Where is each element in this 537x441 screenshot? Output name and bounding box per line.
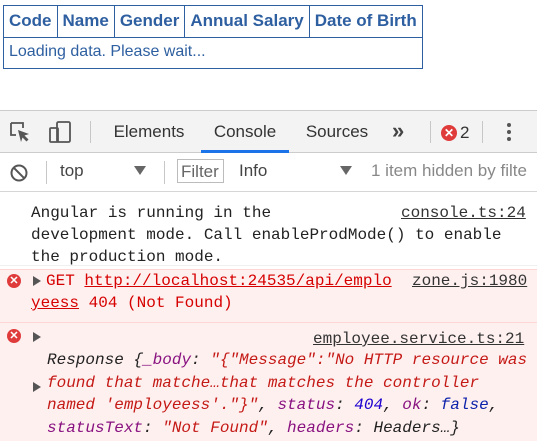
toolbar-divider [430,121,431,143]
request-url-continued[interactable]: yeess [31,294,79,312]
filter-input[interactable]: Filter [177,159,224,183]
table-header-row: Code Name Gender Annual Salary Date of B… [3,5,423,38]
object-class-name: Response [47,351,124,369]
object-value: false [440,396,489,414]
object-key: status [277,396,336,414]
tab-elements[interactable]: Elements [104,111,194,152]
devtools-panel: Elements Console Sources » ✕ 2 top Filter… [0,110,537,441]
request-line: GET http://localhost:24535/api/emplo [46,270,392,292]
clear-console-icon[interactable] [9,163,29,183]
hidden-items-note: 1 item hidden by filte [371,161,527,180]
inspect-element-icon[interactable] [9,121,31,143]
toolbar-divider [482,121,483,143]
chevron-down-icon[interactable] [340,166,352,175]
header-code: Code [3,5,58,38]
request-url[interactable]: http://localhost:24535/api/emplo [84,272,391,290]
loading-message: Loading data. Please wait... [3,37,423,69]
response-status: 404 (Not Found) [88,294,233,312]
request-line-continued: yeess 404 (Not Found) [31,292,233,314]
header-name: Name [56,5,115,38]
object-key: headers [287,418,355,437]
tab-console[interactable]: Console [201,111,289,153]
object-value: 404 [354,396,384,414]
source-link[interactable]: zone.js:1980 [412,270,527,292]
employee-table: Code Name Gender Annual Salary Date of B… [3,5,423,69]
toolbar-divider [90,121,91,143]
source-link[interactable]: employee.service.ts:21 [313,328,524,350]
object-value: "Not Found" [162,418,268,437]
object-value: Headers…} [373,418,460,437]
more-tabs-button[interactable]: » [392,111,404,152]
device-toolbar-icon[interactable] [47,120,73,144]
toolbar-divider [46,161,47,184]
console-message-error: ✕ employee.service.ts:21 Response {_body… [0,322,537,441]
object-key: _body [143,351,192,369]
error-icon: ✕ [441,125,457,141]
object-key: statusText [47,418,144,437]
console-message-error: ✕ GET http://localhost:24535/api/emplo y… [0,269,537,322]
response-object-preview[interactable]: Response {_body: "{"Message":"No HTTP re… [47,349,535,439]
source-link[interactable]: console.ts:24 [401,202,526,224]
error-icon: ✕ [7,329,21,343]
header-gender: Gender [113,5,186,38]
object-key: ok [402,396,422,414]
chevron-down-icon[interactable] [134,166,146,175]
header-date-of-birth: Date of Birth [308,5,423,38]
console-message-info: Angular is running in the development mo… [0,202,537,266]
expand-triangle-icon[interactable] [33,332,41,342]
devtools-tab-bar: Elements Console Sources » ✕ 2 [0,111,537,153]
tab-sources[interactable]: Sources [297,111,377,152]
table-row: Loading data. Please wait... [3,37,423,69]
header-annual-salary: Annual Salary [184,5,310,38]
error-count-badge[interactable]: ✕ 2 [441,123,470,142]
toolbar-divider [164,161,165,184]
error-icon: ✕ [7,274,21,288]
more-options-icon[interactable] [499,121,519,143]
console-toolbar: top Filter Info 1 item hidden by filte [0,153,537,192]
expand-triangle-icon[interactable] [33,276,41,286]
log-level-selector[interactable]: Info [239,161,267,181]
context-selector[interactable]: top [60,161,84,181]
http-method: GET [46,272,75,290]
error-count: 2 [460,123,470,142]
expand-triangle-icon[interactable] [33,382,41,392]
